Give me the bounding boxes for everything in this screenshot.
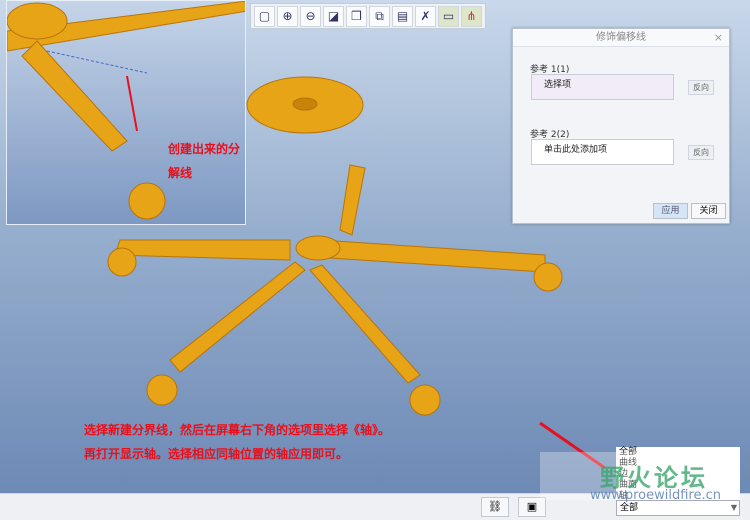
close-button[interactable]: 关闭: [691, 203, 726, 219]
datum-display-icon[interactable]: ✗: [415, 5, 436, 27]
inset-view: [6, 0, 246, 225]
zoom-fit-icon[interactable]: ▢: [254, 5, 275, 27]
chevron-down-icon[interactable]: ▼: [731, 501, 737, 515]
filter-option[interactable]: 全部: [619, 447, 740, 458]
zoom-out-icon[interactable]: ⊖: [300, 5, 321, 27]
selection-filter-select[interactable]: 全部 ▼: [616, 500, 740, 516]
find-icon[interactable]: ⛓: [481, 497, 509, 517]
pointer-arrow: [539, 421, 606, 470]
dialog-title: 修饰偏移线: [513, 29, 729, 47]
spin-center-icon[interactable]: ⋔: [461, 5, 482, 27]
flip-1-button[interactable]: 反向: [688, 80, 714, 95]
selection-box-icon[interactable]: ▣: [518, 497, 546, 517]
filter-option[interactable]: 曲线: [619, 458, 740, 469]
layers-icon[interactable]: ▤: [392, 5, 413, 27]
close-icon[interactable]: ×: [714, 31, 723, 44]
filter-option[interactable]: 边: [619, 469, 740, 480]
cosmetic-offset-line-dialog: 修饰偏移线 × 参考 1(1) 选择项 反向 参考 2(2) 单击此处添加项 反…: [512, 28, 730, 224]
leg: [114, 239, 291, 261]
view-toolbar: ▢ ⊕ ⊖ ◪ ❒ ⧉ ▤ ✗ ▭ ⋔: [250, 3, 486, 29]
hub: [295, 235, 341, 261]
filter-option[interactable]: 曲面: [619, 480, 740, 491]
inset-annotation: 创建出来的分解线: [168, 142, 241, 180]
leg: [339, 164, 366, 236]
leg: [169, 261, 306, 373]
saved-views-icon[interactable]: ⧉: [369, 5, 390, 27]
leg: [319, 239, 546, 273]
filter-dropdown-list: 全部 曲线 边 曲面 轴: [616, 447, 740, 503]
annotation-icon[interactable]: ▭: [438, 5, 459, 27]
reference-1-collector[interactable]: 选择项: [531, 74, 674, 100]
zoom-in-icon[interactable]: ⊕: [277, 5, 298, 27]
flip-2-button[interactable]: 反向: [688, 145, 714, 160]
leg: [309, 264, 421, 384]
shading-icon[interactable]: ❒: [346, 5, 367, 27]
apply-button[interactable]: 应用: [653, 203, 688, 219]
repaint-icon[interactable]: ◪: [323, 5, 344, 27]
filter-selected-value: 全部: [620, 503, 639, 513]
instruction-annotation: 选择新建分界线，然后在屏幕右下角的选项里选择《轴》。再打开显示轴。选择相应同轴位…: [84, 423, 391, 461]
reference-2-collector[interactable]: 单击此处添加项: [531, 139, 674, 165]
